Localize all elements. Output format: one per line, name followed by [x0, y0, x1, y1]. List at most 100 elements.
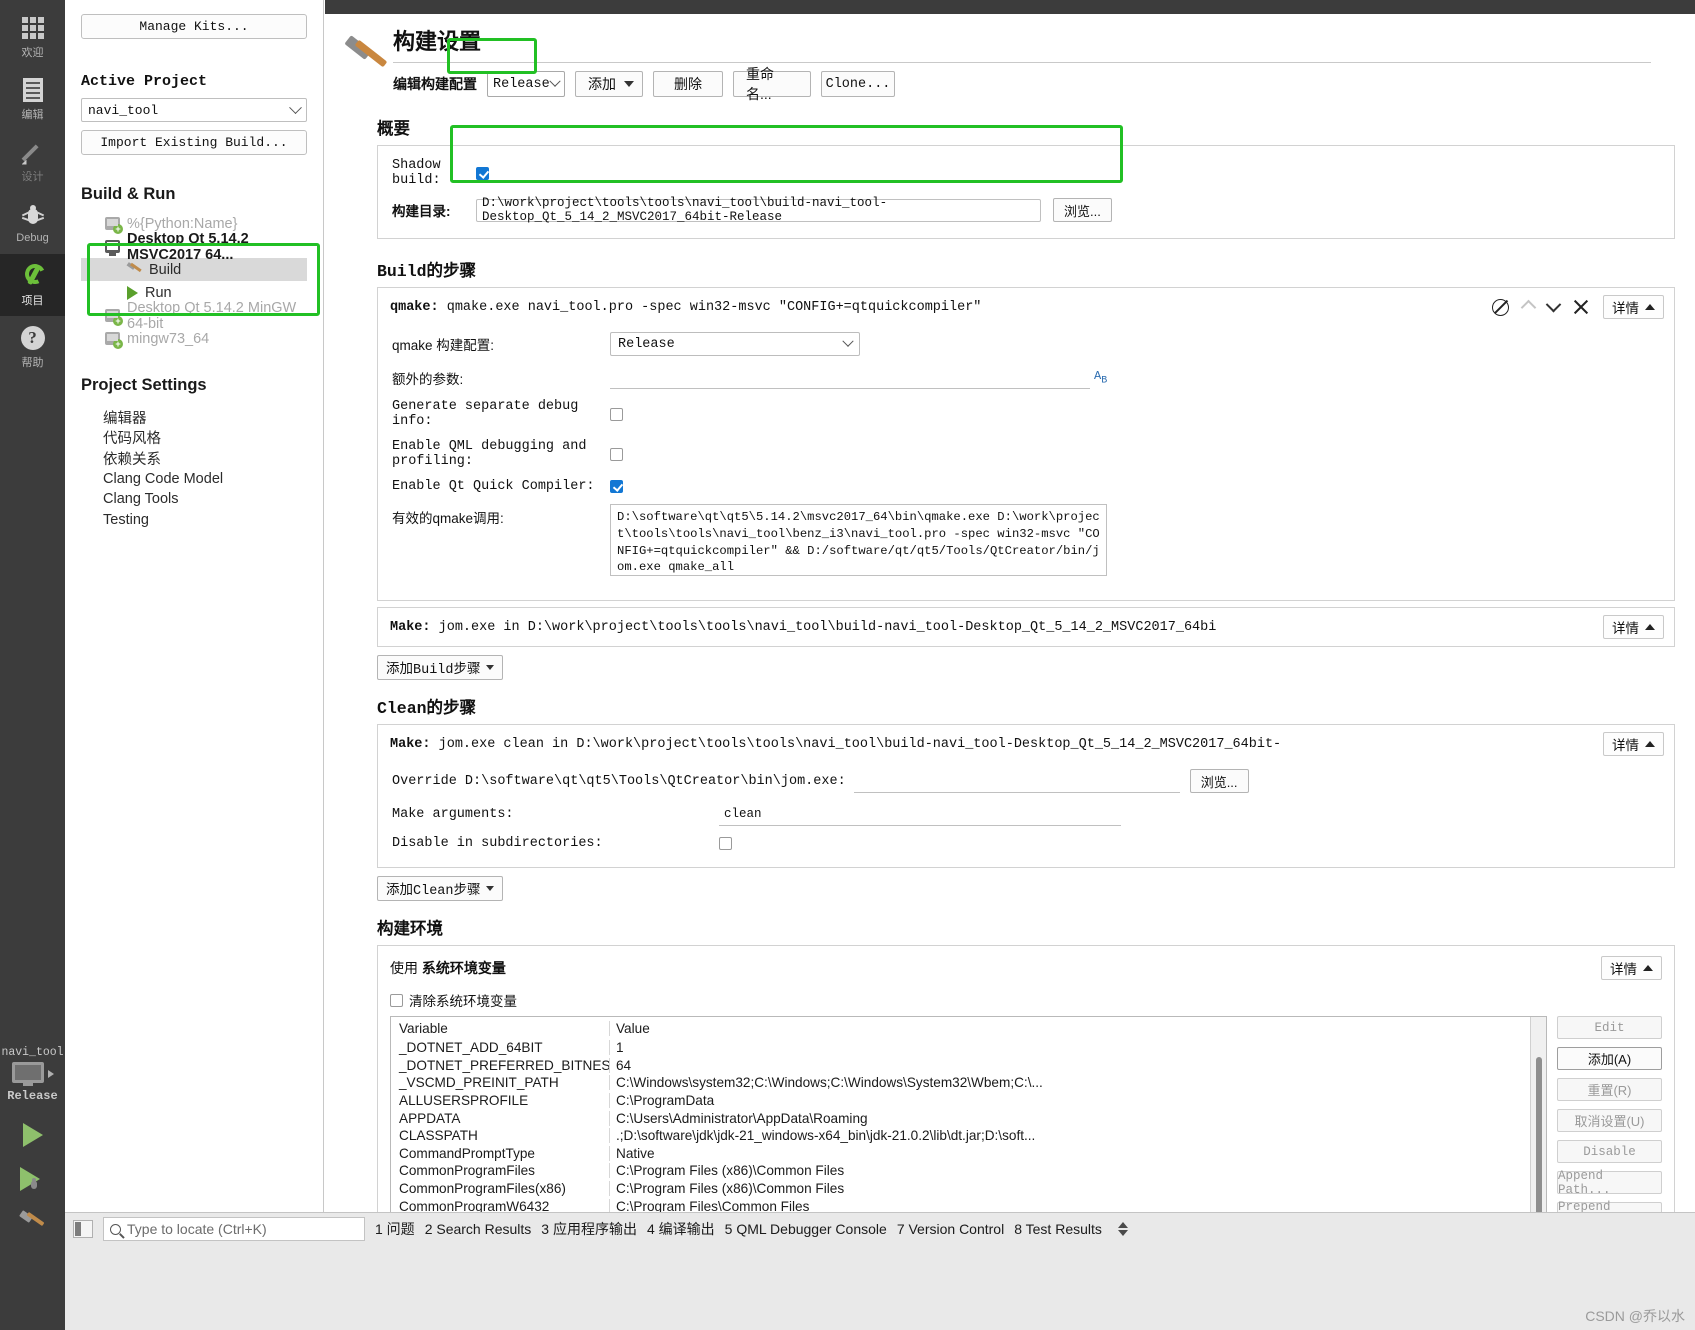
- table-row[interactable]: CLASSPATH .;D:\software\jdk\jdk-21_window…: [391, 1127, 1546, 1145]
- add-clean-step-button[interactable]: 添加Clean步骤: [377, 876, 503, 901]
- run-target-project: navi_tool: [1, 1046, 64, 1059]
- watermark: CSDN @乔以水: [1585, 1308, 1685, 1324]
- env-add-button[interactable]: 添加(A): [1557, 1047, 1662, 1070]
- cell-value: C:\Windows\system32;C:\Windows;C:\Window…: [609, 1075, 1546, 1091]
- table-row[interactable]: CommonProgramFiles C:\Program Files (x86)…: [391, 1162, 1546, 1180]
- import-existing-build-button[interactable]: Import Existing Build...: [81, 130, 307, 155]
- output-pane-search-results[interactable]: 2 Search Results: [425, 1221, 532, 1237]
- env-append-path-button[interactable]: Append Path...: [1557, 1169, 1662, 1197]
- env-prepend-path-button[interactable]: Prepend Path...: [1557, 1200, 1662, 1212]
- clone-config-button[interactable]: Clone...: [821, 71, 895, 97]
- project-settings-item-codestyle[interactable]: 代码风格: [81, 428, 307, 449]
- mode-projects[interactable]: 项目: [0, 254, 65, 316]
- mode-edit[interactable]: 编辑: [0, 68, 65, 130]
- cell-variable: _DOTNET_ADD_64BIT: [399, 1040, 543, 1056]
- table-row[interactable]: _DOTNET_ADD_64BIT 1: [391, 1039, 1546, 1057]
- tree-item-kit-msvc[interactable]: Desktop Qt 5.14.2 MSVC2017 64...: [81, 231, 307, 263]
- qmake-qtquick-checkbox[interactable]: [610, 480, 623, 493]
- active-project-select[interactable]: navi_tool: [81, 98, 307, 122]
- build-env-detail-button[interactable]: 详情: [1601, 956, 1662, 980]
- env-variable-table[interactable]: Variable Value _DOTNET_ADD_64BIT 1 _DOTNE…: [390, 1016, 1547, 1212]
- variable-chooser-icon[interactable]: AB: [1094, 369, 1107, 386]
- debug-icon[interactable]: [19, 1167, 46, 1191]
- mode-debug[interactable]: Debug: [0, 192, 65, 254]
- project-settings-item-clang-code-model[interactable]: Clang Code Model: [81, 469, 307, 490]
- table-row[interactable]: ALLUSERSPROFILE C:\ProgramData: [391, 1092, 1546, 1110]
- chevron-up-icon: [1645, 741, 1655, 747]
- qtcreator-window: 欢迎 编辑 设计 Debug 项目 ? 帮助 navi_tool Release…: [0, 0, 1695, 1330]
- tree-item-label: Desktop Qt 5.14.2 MSVC2017 64...: [127, 230, 249, 263]
- output-pane-test-results[interactable]: 8 Test Results: [1014, 1221, 1102, 1237]
- hammer-icon: [343, 35, 388, 86]
- override-jom-browse-button[interactable]: 浏览...: [1189, 769, 1249, 793]
- chevron-down-icon: [549, 75, 561, 87]
- scrollbar-thumb[interactable]: [1536, 1057, 1542, 1212]
- output-pane-problems[interactable]: 1 问题: [375, 1219, 415, 1239]
- mode-design[interactable]: 设计: [0, 130, 65, 192]
- table-row[interactable]: _VSCMD_PREINIT_PATH C:\Windows\system32;C…: [391, 1074, 1546, 1092]
- table-row[interactable]: _DOTNET_PREFERRED_BITNESS 64: [391, 1057, 1546, 1075]
- project-settings-item-dependencies[interactable]: 依赖关系: [81, 448, 307, 469]
- env-edit-button[interactable]: Edit: [1557, 1016, 1662, 1039]
- remove-config-button[interactable]: 删除: [653, 71, 723, 97]
- table-row[interactable]: CommandPromptType Native: [391, 1145, 1546, 1163]
- kit-tree: + %{Python:Name} Desktop Qt 5.14.2 MSVC2…: [81, 212, 307, 350]
- run-icon[interactable]: [22, 1123, 43, 1147]
- rename-config-button[interactable]: 重命名...: [733, 66, 811, 102]
- active-project-value: navi_tool: [88, 102, 159, 118]
- qmake-qtquick-row: Enable Qt Quick Compiler:: [392, 479, 1660, 494]
- table-scrollbar[interactable]: [1530, 1017, 1546, 1212]
- project-settings-item-testing[interactable]: Testing: [81, 510, 307, 531]
- table-row[interactable]: CommonProgramW6432 C:\Program Files\Commo…: [391, 1197, 1546, 1212]
- qmake-build-config-select[interactable]: Release: [610, 332, 860, 356]
- build-dir-input[interactable]: D:\work\project\tools\tools\navi_tool\bu…: [476, 196, 1041, 224]
- clear-env-checkbox[interactable]: [390, 993, 403, 1007]
- env-unset-button[interactable]: 取消设置(U): [1557, 1109, 1662, 1132]
- sidebar-toggle-icon[interactable]: [73, 1220, 93, 1238]
- make-arguments-label: Make arguments:: [392, 807, 514, 822]
- remove-step-icon[interactable]: [1573, 299, 1589, 315]
- project-settings-item-editor[interactable]: 编辑器: [81, 407, 307, 428]
- disable-step-icon[interactable]: [1492, 298, 1509, 316]
- env-disable-button[interactable]: Disable: [1557, 1140, 1662, 1163]
- active-project-heading: Active Project: [81, 73, 208, 90]
- table-row[interactable]: CommonProgramFiles(x86) C:\Program Files …: [391, 1180, 1546, 1198]
- build-config-toolbar: 编辑构建配置 Release 添加 删除 重命名... Clone...: [393, 66, 1695, 102]
- build-icon[interactable]: [18, 1210, 46, 1235]
- qmake-detail-button[interactable]: 详情: [1603, 295, 1664, 319]
- locator-input[interactable]: Type to locate (Ctrl+K): [103, 1217, 365, 1241]
- move-up-icon[interactable]: [1520, 299, 1537, 315]
- shadow-build-checkbox[interactable]: [476, 166, 489, 180]
- override-jom-input[interactable]: [853, 769, 1180, 793]
- qmake-debug-info-checkbox[interactable]: [610, 407, 623, 421]
- output-pane-updown-icon[interactable]: [1117, 1222, 1128, 1236]
- qmake-qml-debug-checkbox[interactable]: [610, 447, 623, 461]
- qmake-step-body: qmake 构建配置: Release 额外的参数: AB Generate s…: [378, 326, 1674, 600]
- chevron-right-icon: [47, 1070, 54, 1078]
- output-pane-qml-debugger[interactable]: 5 QML Debugger Console: [725, 1221, 887, 1237]
- run-target-config: Release: [7, 1089, 58, 1103]
- build-config-select[interactable]: Release: [487, 71, 565, 97]
- qmake-build-config-label: qmake 构建配置:: [392, 338, 495, 353]
- output-pane-app-output[interactable]: 3 应用程序输出: [541, 1219, 637, 1239]
- manage-kits-button[interactable]: Manage Kits...: [81, 14, 307, 39]
- env-reset-button[interactable]: 重置(R): [1557, 1078, 1662, 1101]
- make-arguments-input[interactable]: clean: [719, 803, 1121, 826]
- output-pane-version-control[interactable]: 7 Version Control: [897, 1221, 1004, 1237]
- mode-help[interactable]: ? 帮助: [0, 316, 65, 378]
- move-down-icon[interactable]: [1545, 296, 1562, 312]
- add-build-step-button[interactable]: 添加Build步骤: [377, 655, 503, 680]
- disable-subdirs-checkbox[interactable]: [719, 837, 732, 850]
- add-clean-step-label: 添加Clean步骤: [386, 884, 481, 899]
- make-detail-button[interactable]: 详情: [1603, 615, 1664, 639]
- table-row[interactable]: APPDATA C:\Users\Administrator\AppData\Ro…: [391, 1109, 1546, 1127]
- add-config-button[interactable]: 添加: [575, 71, 643, 97]
- project-settings-item-clang-tools[interactable]: Clang Tools: [81, 489, 307, 510]
- run-target-selector[interactable]: navi_tool Release: [0, 1046, 65, 1235]
- qmake-extra-args-input[interactable]: [610, 366, 1090, 389]
- tree-item-kit-mingw[interactable]: + Desktop Qt 5.14.2 MinGW 64-bit: [81, 300, 307, 332]
- clean-detail-button[interactable]: 详情: [1603, 732, 1664, 756]
- mode-welcome[interactable]: 欢迎: [0, 6, 65, 68]
- output-pane-compile-output[interactable]: 4 编译输出: [647, 1219, 715, 1239]
- build-dir-browse-button[interactable]: 浏览...: [1053, 198, 1112, 222]
